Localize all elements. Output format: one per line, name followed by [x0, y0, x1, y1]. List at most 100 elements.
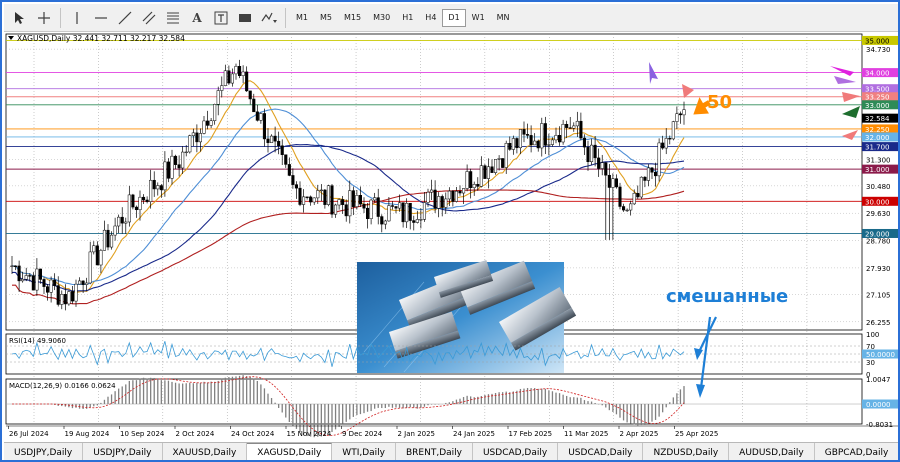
candle-body [95, 245, 99, 266]
magenta-arrow-icon [830, 66, 854, 76]
price-scale-label: 34.730 [866, 46, 891, 54]
symbol-tab[interactable]: USDJPY,Daily [4, 443, 84, 460]
symbol-tab[interactable]: XAGUSD,Daily [247, 443, 333, 460]
candle-body [42, 279, 46, 287]
text-label-icon[interactable]: A [185, 7, 209, 29]
candle-body [536, 140, 540, 149]
candle-body [380, 216, 384, 225]
symbol-tab[interactable]: NZDUSD,Daily [643, 443, 730, 460]
symbol-tab[interactable]: XAUUSD,Daily [163, 443, 248, 460]
fibonacci-icon[interactable] [161, 7, 185, 29]
timeframe-h4[interactable]: H4 [419, 9, 442, 27]
symbol-tab[interactable]: USDCAD,Daily [558, 443, 644, 460]
chart-header: XAGUSD,Daily 32.441 32.711 32.217 32.584 [8, 34, 185, 43]
date-label: 10 Sep 2024 [120, 430, 165, 438]
candle-body [447, 190, 451, 200]
candle-body [618, 186, 622, 207]
date-label: 2 Apr 2025 [620, 430, 659, 438]
candle-body [355, 195, 359, 207]
macd-scale-label: -0.8031 [866, 421, 893, 429]
panel-frame [5, 378, 863, 425]
candle-body [46, 286, 50, 293]
candle-body [664, 138, 668, 149]
candle-body [216, 90, 220, 105]
candle-body [291, 175, 295, 185]
candle-body [458, 190, 462, 194]
candle-body [227, 70, 231, 84]
candle-body [209, 120, 213, 126]
candle-body [127, 194, 131, 223]
candle-body [554, 135, 558, 141]
candle-body [511, 138, 515, 150]
symbol-tab[interactable]: GBPCAD,Daily [815, 443, 898, 460]
crosshair-icon[interactable] [32, 7, 56, 29]
candle-body [298, 187, 302, 205]
cursor-arrow-icon[interactable] [8, 7, 32, 29]
candle-body [277, 140, 281, 147]
candle-body [366, 207, 370, 219]
candle-body [682, 109, 686, 116]
candle-body [174, 155, 178, 165]
candle-body [330, 185, 334, 215]
candle-body [152, 179, 156, 190]
candle-body [252, 98, 256, 113]
timeframe-m1[interactable]: M1 [290, 9, 314, 27]
symbol-tab[interactable]: AUDUSD,Daily [729, 443, 815, 460]
shapes-menu-icon[interactable] [257, 7, 281, 29]
candle-body [266, 138, 270, 143]
timeframe-d1[interactable]: D1 [442, 8, 466, 27]
macd-scale-label: 0.0000 [866, 401, 891, 409]
candle-body [629, 203, 633, 211]
symbol-tabs: USDJPY,Daily USDJPY,Daily XAUUSD,Daily XAGU… [4, 442, 898, 460]
candle-body [661, 142, 665, 149]
vertical-line-icon[interactable] [65, 7, 89, 29]
candle-body [120, 216, 124, 224]
candle-body [145, 199, 149, 202]
text-box-icon[interactable] [209, 7, 233, 29]
candle-body [142, 196, 146, 201]
violet-arrow-icon [834, 76, 856, 84]
candle-body [92, 245, 96, 253]
timeframe-m30[interactable]: M30 [367, 9, 396, 27]
macd-label: MACD(12,26,9) 0.0166 0.0624 [9, 382, 116, 390]
trend-line-icon[interactable] [113, 7, 137, 29]
candle-body [433, 189, 437, 209]
symbol-tab[interactable]: BRENT,Daily [396, 443, 473, 460]
symbol-tab[interactable]: USDJPY,Daily [83, 443, 163, 460]
candle-body [561, 123, 565, 143]
candle-body [462, 188, 466, 194]
candle-body [540, 123, 544, 149]
symbol-tab[interactable]: USDCAD,Daily [473, 443, 559, 460]
candle-body [177, 164, 181, 169]
candle-body [444, 198, 448, 208]
horizontal-line-icon[interactable] [89, 7, 113, 29]
timeframe-mn[interactable]: MN [491, 9, 516, 27]
symbol-tab[interactable]: WTI,Daily [332, 443, 396, 460]
candle-body [497, 158, 501, 160]
rectangle-icon[interactable] [233, 7, 257, 29]
candle-body [622, 206, 626, 211]
candle-body [99, 250, 103, 266]
timeframe-m15[interactable]: M15 [338, 9, 367, 27]
timeframe-w1[interactable]: W1 [466, 9, 491, 27]
chart-area[interactable]: RSI(14) 49.9060 100 70 50.0000 30 0 MACD(12,2… [4, 32, 898, 442]
timeframe-h1[interactable]: H1 [396, 9, 419, 27]
candle-body [287, 164, 291, 176]
candle-body [650, 167, 654, 173]
timeframe-m5[interactable]: M5 [314, 9, 338, 27]
price-tag-label: 32.000 [865, 134, 890, 142]
candle-body [202, 120, 206, 134]
chart-collapse-icon[interactable] [8, 36, 14, 40]
equidistant-channel-icon[interactable] [137, 7, 161, 29]
candle-body [67, 291, 71, 305]
candle-body [273, 135, 277, 142]
price-tag-label: 35.000 [865, 37, 890, 45]
candle-body [319, 189, 323, 192]
candle-body [124, 221, 128, 224]
candle-body [195, 132, 199, 143]
candle-body [270, 135, 274, 143]
candle-body [21, 278, 25, 282]
date-label: 15 Nov 2024 [287, 430, 332, 438]
candle-body [479, 165, 483, 187]
candle-body [575, 120, 579, 127]
